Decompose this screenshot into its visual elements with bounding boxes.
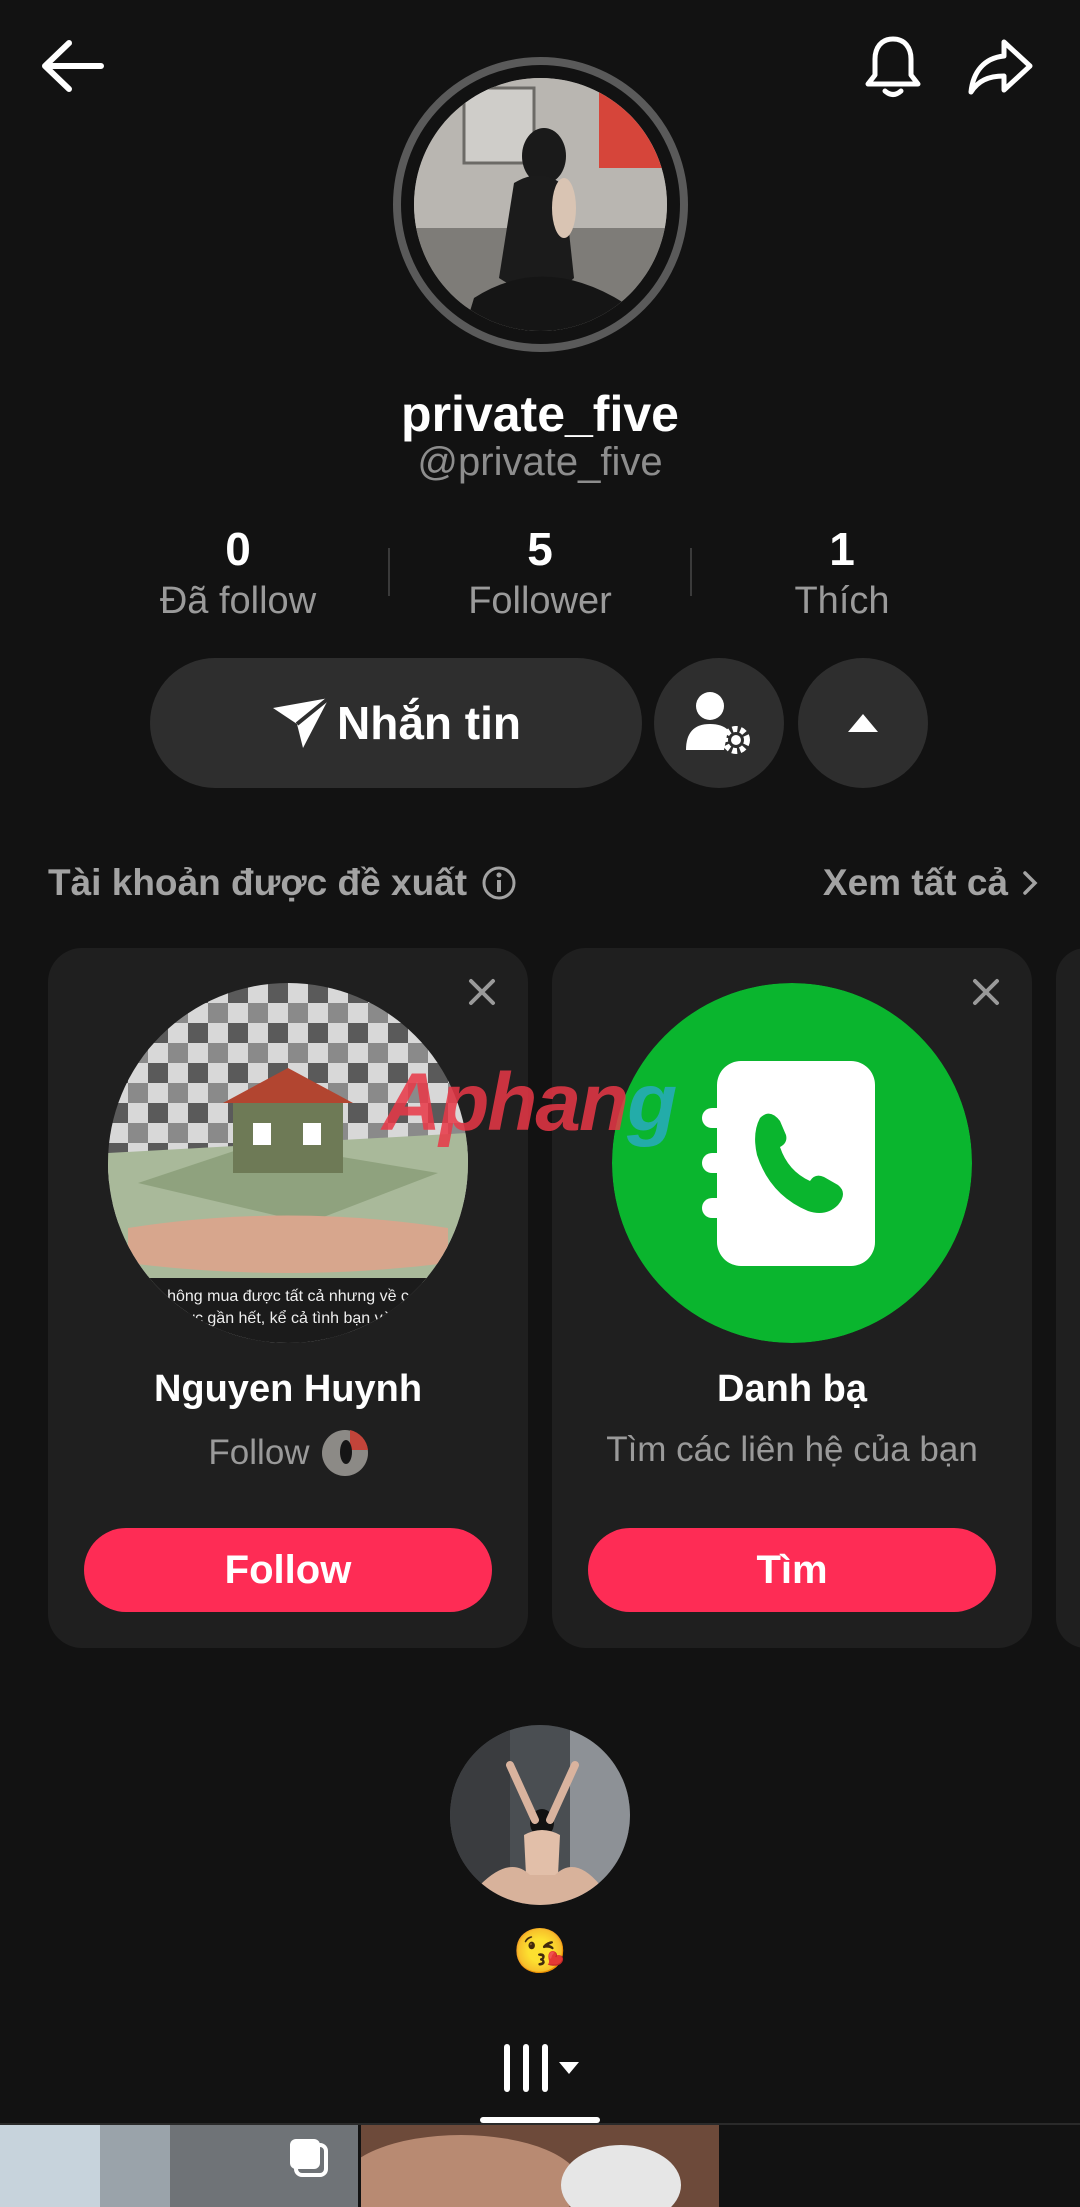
stat-following[interactable]: 0 Đã follow xyxy=(108,522,368,623)
user-gear-icon xyxy=(686,692,750,754)
avatar-caption: ợc gần hết, kể cả tình bạn và xyxy=(184,1309,391,1327)
grid-icon xyxy=(504,2044,548,2092)
watermark-text: Aphan xyxy=(382,1057,629,1148)
see-all-link[interactable]: Xem tất cả xyxy=(823,862,1038,904)
message-button-label: Nhắn tin xyxy=(337,697,521,749)
share-icon xyxy=(968,39,1033,95)
caret-up-icon xyxy=(848,714,878,732)
video-thumbnail[interactable] xyxy=(361,2125,719,2207)
see-all-text: Xem tất cả xyxy=(822,862,1008,903)
suggestion-subtitle-text: Follow xyxy=(208,1433,310,1472)
stat-label: Thích xyxy=(794,580,890,622)
notification-button[interactable] xyxy=(857,30,929,102)
friend-settings-button[interactable] xyxy=(654,658,784,788)
send-icon xyxy=(273,696,331,748)
stat-value: 5 xyxy=(527,523,553,575)
story-emoji: 😘 xyxy=(512,1927,568,1976)
suggestion-subtitle-text: Tìm các liên hệ của bạn xyxy=(606,1430,978,1469)
find-contacts-button[interactable]: Tìm xyxy=(588,1528,996,1612)
mutual-avatar xyxy=(321,1430,368,1476)
suggested-accounts-title: Tài khoản được đề xuất xyxy=(48,862,517,904)
contacts-book-icon xyxy=(612,983,972,1343)
story-avatar[interactable] xyxy=(450,1725,630,1905)
suggestion-name: Nguyen Huynh xyxy=(153,1368,423,1410)
stat-value: 0 xyxy=(225,523,251,575)
suggestion-card-partial[interactable] xyxy=(1056,948,1080,1648)
tab-videos[interactable] xyxy=(480,2033,600,2103)
profile-avatar[interactable] xyxy=(393,57,688,352)
watermark-text: g xyxy=(627,1057,677,1148)
stat-label: Đã follow xyxy=(159,580,317,622)
back-button[interactable] xyxy=(36,30,108,102)
stat-divider xyxy=(388,548,390,596)
collapse-suggestions-button[interactable] xyxy=(798,658,928,788)
arrow-left-icon xyxy=(42,40,104,92)
suggestion-name: Danh bạ xyxy=(717,1368,867,1410)
suggestion-card[interactable]: hông mua được tất cả nhưng về c ợc gần h… xyxy=(48,948,528,1648)
watermark: Aphang xyxy=(382,1056,677,1150)
dismiss-button[interactable] xyxy=(460,970,504,1014)
suggestion-subtitle: Follow xyxy=(48,1430,528,1476)
suggested-title-text: Tài khoản được đề xuất xyxy=(48,862,468,903)
stat-label: Follower xyxy=(468,580,612,622)
video-thumbnail[interactable] xyxy=(0,2125,358,2207)
content-tab-bar xyxy=(0,2025,1080,2125)
bell-icon xyxy=(865,36,921,97)
username-handle: @private_five xyxy=(417,440,663,484)
contacts-avatar xyxy=(612,983,972,1343)
suggestion-subtitle: Tìm các liên hệ của bạn xyxy=(552,1430,1032,1470)
close-icon xyxy=(973,979,999,1005)
display-name: private_five xyxy=(401,386,679,442)
suggestion-card[interactable]: Danh bạ Tìm các liên hệ của bạn Tìm xyxy=(552,948,1032,1648)
info-icon[interactable] xyxy=(481,865,517,901)
stat-divider xyxy=(690,548,692,596)
stat-likes[interactable]: 1 Thích xyxy=(712,522,972,623)
close-icon xyxy=(469,979,495,1005)
avatar-caption: hông mua được tất cả nhưng về c xyxy=(167,1288,409,1305)
chevron-right-icon xyxy=(1023,871,1038,895)
share-button[interactable] xyxy=(964,30,1036,102)
stat-followers[interactable]: 5 Follower xyxy=(410,522,670,623)
profile-photo xyxy=(414,78,667,331)
stat-value: 1 xyxy=(829,523,855,575)
dismiss-button[interactable] xyxy=(964,970,1008,1014)
follow-button[interactable]: Follow xyxy=(84,1528,492,1612)
caret-down-icon xyxy=(559,2062,579,2074)
message-button[interactable]: Nhắn tin xyxy=(150,658,642,788)
suggestion-avatar: hông mua được tất cả nhưng về c ợc gần h… xyxy=(108,983,468,1343)
